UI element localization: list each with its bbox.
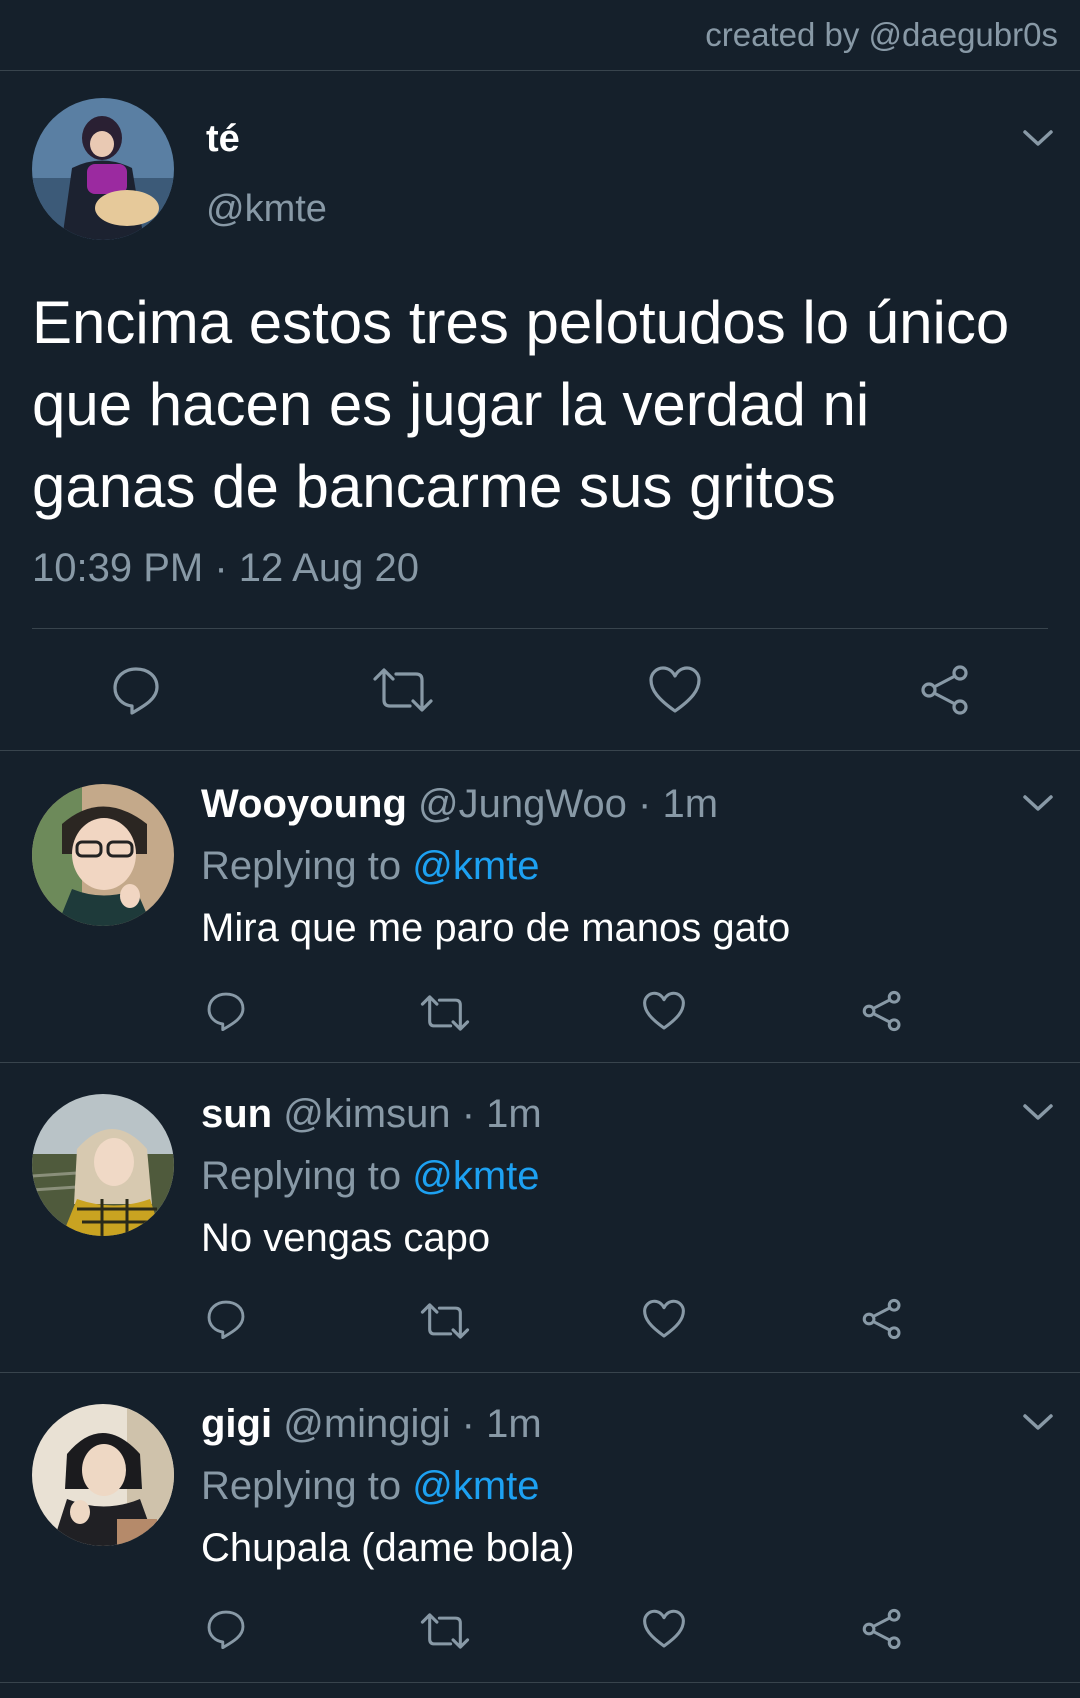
author-name[interactable]: Wooyoung <box>201 782 407 826</box>
divider <box>0 1682 1080 1683</box>
reply-header: gigi @mingigi · 1m <box>201 1402 542 1447</box>
divider <box>0 750 1080 751</box>
share-icon[interactable] <box>860 990 904 1032</box>
credit-bar: created by @daegubr0s <box>0 0 1080 71</box>
divider <box>0 1372 1080 1373</box>
tweet-timestamp[interactable]: 10:39 PM · 12 Aug 20 <box>32 546 419 591</box>
chevron-down-icon[interactable] <box>1022 1412 1054 1432</box>
reply-time[interactable]: 1m <box>486 1402 542 1446</box>
tweet-text: Encima estos tres pelotudos lo único que… <box>32 289 1010 520</box>
author-name[interactable]: té <box>206 118 240 161</box>
replying-to-prefix: Replying to <box>201 1154 402 1198</box>
reply-icon[interactable] <box>205 1298 247 1340</box>
author-handle[interactable]: @JungWoo <box>418 782 627 826</box>
author-handle[interactable]: @mingigi <box>283 1402 450 1446</box>
like-icon[interactable] <box>642 990 686 1032</box>
retweet-icon[interactable] <box>372 664 434 716</box>
divider <box>32 628 1048 629</box>
reply-icon[interactable] <box>110 664 162 716</box>
reply-header: Wooyoung @JungWoo · 1m <box>201 782 718 827</box>
chevron-down-icon[interactable] <box>1022 1102 1054 1122</box>
share-icon[interactable] <box>918 664 972 716</box>
replying-to-line: Replying to @kmte <box>201 1464 540 1509</box>
separator-dot: · <box>461 1092 476 1136</box>
reply-text: Mira que me paro de manos gato <box>201 906 791 950</box>
separator-dot: · <box>638 782 652 826</box>
reply-icon[interactable] <box>205 1608 247 1650</box>
replying-to-line: Replying to @kmte <box>201 844 540 889</box>
mention-link[interactable]: @kmte <box>412 844 539 888</box>
share-icon[interactable] <box>860 1608 904 1650</box>
avatar[interactable] <box>32 1094 174 1236</box>
divider <box>0 1062 1080 1063</box>
author-name[interactable]: gigi <box>201 1402 272 1446</box>
replying-to-prefix: Replying to <box>201 1464 402 1508</box>
replying-to-line: Replying to @kmte <box>201 1154 540 1199</box>
reply-time[interactable]: 1m <box>662 782 718 826</box>
chevron-down-icon[interactable] <box>1022 793 1054 813</box>
author-handle[interactable]: @kimsun <box>283 1092 450 1136</box>
author-name[interactable]: sun <box>201 1092 272 1136</box>
like-icon[interactable] <box>642 1608 686 1650</box>
mention-link[interactable]: @kmte <box>412 1464 539 1508</box>
separator-dot: · <box>461 1402 475 1446</box>
credit-text: created by @daegubr0s <box>705 16 1058 53</box>
reply-time[interactable]: 1m <box>486 1092 542 1136</box>
like-icon[interactable] <box>648 664 702 716</box>
avatar[interactable] <box>32 98 174 240</box>
avatar[interactable] <box>32 1404 174 1546</box>
share-icon[interactable] <box>860 1298 904 1340</box>
retweet-icon[interactable] <box>420 1610 470 1652</box>
replying-to-prefix: Replying to <box>201 844 402 888</box>
reply-text: No vengas capo <box>201 1216 491 1260</box>
reply-header: sun @kimsun · 1m <box>201 1092 542 1137</box>
retweet-icon[interactable] <box>420 1300 470 1342</box>
author-handle[interactable]: @kmte <box>206 188 327 231</box>
retweet-icon[interactable] <box>420 992 470 1034</box>
chevron-down-icon[interactable] <box>1022 128 1054 148</box>
reply-icon[interactable] <box>205 990 247 1032</box>
like-icon[interactable] <box>642 1298 686 1340</box>
mention-link[interactable]: @kmte <box>412 1154 539 1198</box>
reply-text: Chupala (dame bola) <box>201 1526 575 1570</box>
avatar[interactable] <box>32 784 174 926</box>
